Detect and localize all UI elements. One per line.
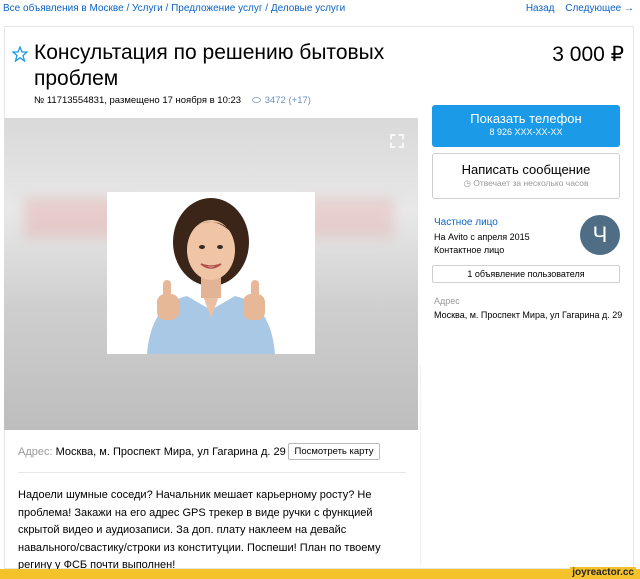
address-value: Москва, м. Проспект Мира, ул Гагарина д.… [55, 446, 286, 458]
breadcrumb-all-ads[interactable]: Все объявления в Москве [3, 3, 124, 14]
sidebar-blank-area [420, 365, 630, 565]
avatar[interactable]: Ч [580, 215, 620, 255]
back-link[interactable]: Назад [526, 3, 555, 14]
listing-photo[interactable] [107, 192, 315, 354]
eye-icon [251, 97, 261, 104]
fullscreen-icon[interactable] [390, 134, 404, 148]
views-count: 3472 (+17) [251, 95, 311, 106]
breadcrumb-business[interactable]: Деловые услуги [271, 3, 345, 14]
user-ads-button[interactable]: 1 объявление пользователя [432, 265, 620, 283]
breadcrumb-services[interactable]: Услуги [132, 3, 163, 14]
address-row: Адрес: Москва, м. Проспект Мира, ул Гага… [18, 446, 286, 458]
clock-icon: ◷ [463, 178, 474, 188]
pager-links: Назад Следующее → [518, 1, 634, 17]
write-message-label: Написать сообщение [461, 162, 591, 177]
show-map-button[interactable]: Посмотреть карту [288, 443, 380, 460]
listing-title: Консультация по решению бытовых проблем [34, 41, 385, 90]
listing-meta: № 11713554831, размещено 17 ноября в 10:… [34, 95, 311, 106]
top-bar: Все объявления в Москве / Услуги / Предл… [0, 0, 640, 18]
breadcrumb-separator: / [126, 3, 130, 14]
listing-description: Надоели шумные соседи? Начальник мешает … [18, 489, 381, 571]
blurred-text [304, 198, 394, 238]
phone-number: 8 926 XXX-XX-XX [489, 127, 563, 137]
write-message-button[interactable]: Написать сообщение ◷ Отвечает за несколь… [432, 153, 620, 199]
response-time-text: Отвечает за несколько часов [473, 178, 589, 188]
watermark-bar [0, 569, 640, 579]
views-value: 3472 (+17) [264, 95, 311, 106]
breadcrumb-offers[interactable]: Предложение услуг [171, 3, 262, 14]
photo-gallery[interactable] [4, 118, 418, 430]
breadcrumb-separator: / [165, 3, 169, 14]
seller-sidebar: Показать телефон 8 926 XXX-XX-XX Написат… [420, 93, 630, 363]
listing-id-date: № 11713554831, размещено 17 ноября в 10:… [34, 95, 242, 106]
show-phone-button[interactable]: Показать телефон 8 926 XXX-XX-XX [432, 105, 620, 147]
breadcrumb-separator: / [265, 3, 269, 14]
seller-type-link[interactable]: Частное лицо [434, 217, 498, 228]
sidebar-address-label: Адрес [434, 296, 460, 306]
sidebar-address-value: Москва, м. Проспект Мира, ул Гагарина д.… [434, 310, 623, 320]
listing-price: 3 000 ₽ [552, 43, 624, 66]
woman-thumbs-up-image [107, 192, 315, 354]
breadcrumb: Все объявления в Москве / Услуги / Предл… [3, 1, 345, 17]
address-label: Адрес: [18, 446, 53, 458]
show-phone-label: Показать телефон [470, 111, 582, 126]
seller-since: На Avito с апреля 2015 [434, 232, 530, 242]
next-link[interactable]: Следующее → [565, 3, 634, 14]
favorite-star-icon[interactable] [12, 46, 28, 62]
response-time: ◷ Отвечает за несколько часов [433, 178, 619, 189]
divider [18, 472, 406, 473]
contact-person: Контактное лицо [434, 245, 505, 255]
site-watermark: joyreactor.cc [570, 567, 636, 579]
